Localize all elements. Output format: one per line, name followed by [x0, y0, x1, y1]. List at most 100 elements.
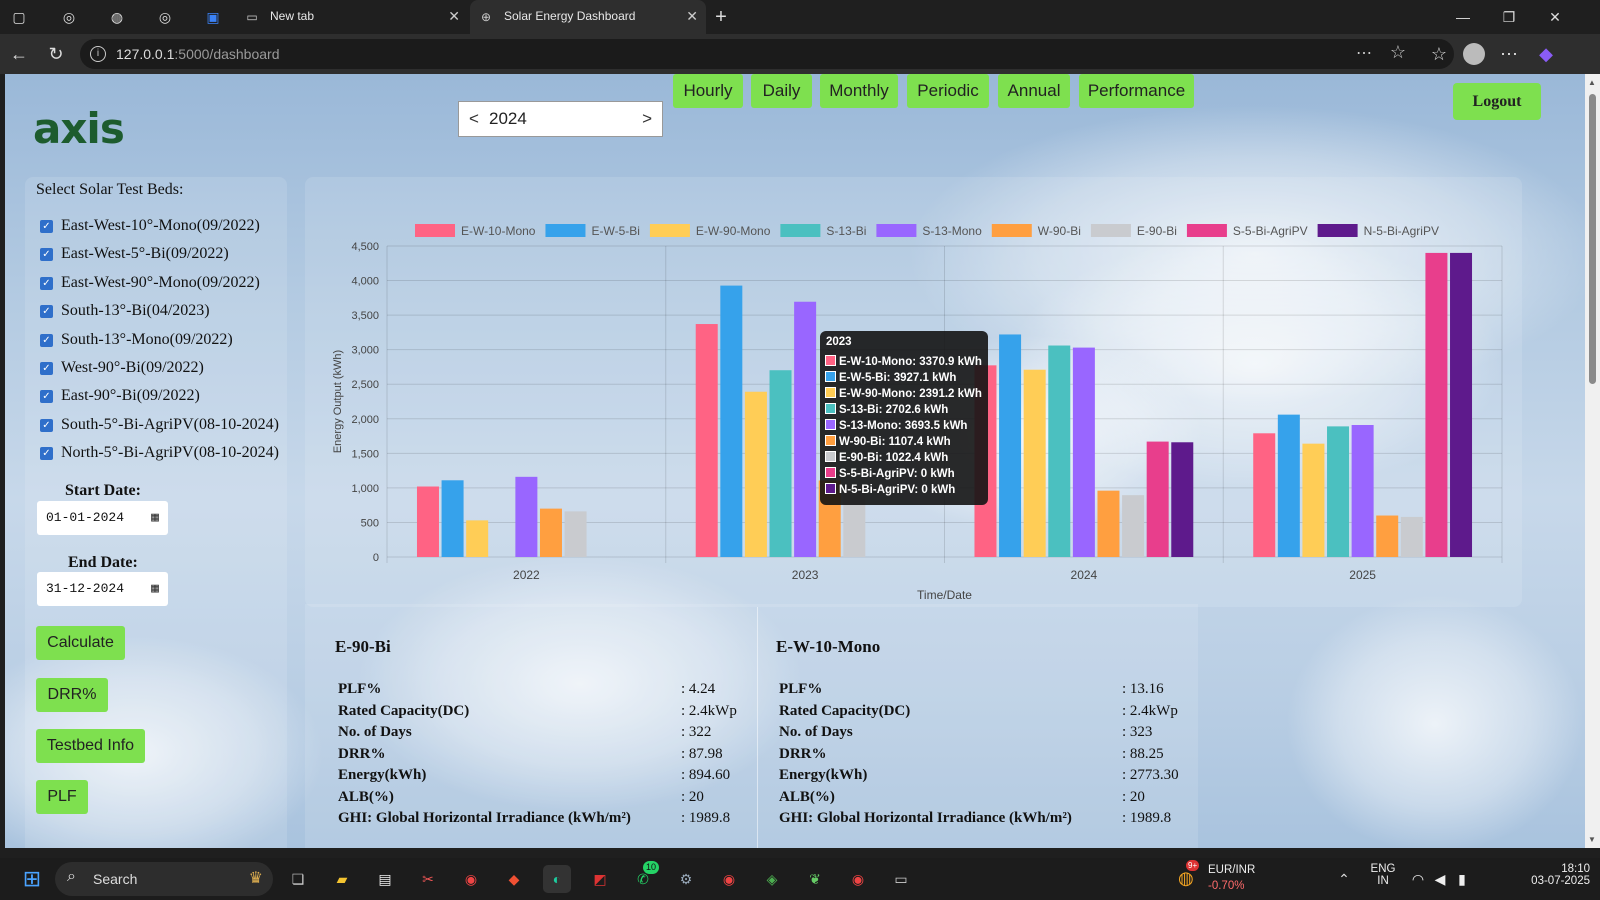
read-aloud-icon[interactable]: ⋯	[1356, 43, 1372, 63]
search-label: Search	[93, 871, 138, 887]
favorites-icon[interactable]: ☆	[1425, 40, 1453, 68]
previous-year-button[interactable]: <	[469, 102, 479, 136]
app-icon[interactable]: ◩	[586, 865, 614, 893]
new-tab-icon[interactable]: +	[712, 7, 730, 27]
volume-icon[interactable]: ◀	[1430, 865, 1450, 893]
calendar-icon[interactable]: ▦	[151, 501, 159, 535]
settings-gear-icon[interactable]: ⚙	[672, 865, 700, 893]
testbed-label[interactable]: South-13°-Mono(09/2022)	[61, 331, 233, 349]
checkbox-checked-icon[interactable]: ✓	[40, 334, 53, 347]
file-explorer-icon[interactable]: ▰	[328, 865, 356, 893]
task-view-icon[interactable]: ❏	[284, 865, 312, 893]
close-tab-icon[interactable]: ✕	[448, 0, 460, 32]
monthly-button[interactable]: Monthly	[820, 74, 898, 108]
minimize-icon[interactable]: —	[1440, 0, 1486, 34]
plf-button[interactable]: PLF	[36, 780, 88, 814]
wifi-icon[interactable]: ◠	[1408, 865, 1428, 893]
next-year-button[interactable]: >	[642, 102, 652, 136]
checkbox-checked-icon[interactable]: ✓	[40, 277, 53, 290]
stat-value: : 2773.30	[1122, 767, 1179, 783]
testbed-label[interactable]: East-West-10°-Mono(09/2022)	[61, 217, 260, 235]
end-date-label: End Date:	[68, 554, 138, 571]
clock[interactable]: 18:10 03-07-2025	[1480, 863, 1590, 887]
taskbar-search-box[interactable]: ⌕ Search ♛	[55, 862, 273, 896]
checkbox-checked-icon[interactable]: ✓	[40, 220, 53, 233]
periodic-button[interactable]: Periodic	[907, 74, 989, 108]
chrome-profile-icon[interactable]: ◉	[715, 865, 743, 893]
legend-swatch	[780, 224, 821, 237]
git-icon[interactable]: ◆	[500, 865, 528, 893]
annual-button[interactable]: Annual	[998, 74, 1070, 108]
whatsapp-icon[interactable]: ✆ 10	[629, 861, 660, 893]
checkbox-checked-icon[interactable]: ✓	[40, 447, 53, 460]
pinned-tab-icon[interactable]: ◎	[60, 8, 78, 26]
testbed-label[interactable]: North-5°-Bi-AgriPV(08-10-2024)	[61, 444, 279, 462]
profile-avatar[interactable]	[1460, 40, 1488, 68]
terminal-icon[interactable]: ▭	[887, 865, 915, 893]
close-tab-icon[interactable]: ✕	[686, 0, 698, 32]
more-menu-icon[interactable]: ⋯	[1495, 40, 1523, 68]
stat-key: ALB(%)	[779, 789, 835, 805]
app-leaf-icon[interactable]: ❦	[801, 865, 829, 893]
daily-button[interactable]: Daily	[751, 74, 812, 108]
tab-actions-icon[interactable]: ▢	[10, 8, 28, 26]
tab-new-tab[interactable]: ▭ New tab ✕	[236, 0, 468, 34]
scroll-up-icon[interactable]: ▲	[1588, 78, 1596, 87]
refresh-icon[interactable]: ↻	[42, 40, 70, 68]
hourly-button[interactable]: Hourly	[673, 74, 743, 108]
close-window-icon[interactable]: ✕	[1532, 0, 1578, 34]
back-icon[interactable]: ←	[5, 40, 33, 68]
tab-solar-dashboard[interactable]: ⊕ Solar Energy Dashboard ✕	[470, 0, 706, 34]
testbed-label[interactable]: West-90°-Bi(09/2022)	[61, 359, 204, 377]
chrome-icon[interactable]: ◉	[457, 865, 485, 893]
globe-tab-icon[interactable]: ◍	[108, 8, 126, 26]
checkbox-checked-icon[interactable]: ✓	[40, 305, 53, 318]
testbed-label[interactable]: South-5°-Bi-AgriPV(08-10-2024)	[61, 416, 279, 434]
checkbox-checked-icon[interactable]: ✓	[40, 362, 53, 375]
checkbox-checked-icon[interactable]: ✓	[40, 419, 53, 432]
performance-button[interactable]: Performance	[1079, 74, 1194, 108]
site-info-icon[interactable]: i	[90, 46, 106, 62]
scroll-down-icon[interactable]: ▼	[1588, 835, 1596, 844]
drr-button[interactable]: DRR%	[36, 678, 108, 712]
checkbox-checked-icon[interactable]: ✓	[40, 390, 53, 403]
testbed-label[interactable]: East-West-90°-Mono(09/2022)	[61, 274, 260, 292]
testbed-info-button[interactable]: Testbed Info	[36, 729, 145, 763]
app-diamond-icon[interactable]: ◈	[758, 865, 786, 893]
outlook-tab-icon[interactable]: ▣	[204, 8, 222, 26]
edge-icon[interactable]: ◐	[543, 865, 571, 893]
testbed-label[interactable]: South-13°-Bi(04/2023)	[61, 302, 210, 320]
scrollbar-thumb[interactable]	[1589, 94, 1596, 384]
copilot-icon[interactable]: ◆	[1532, 40, 1560, 68]
currency-widget[interactable]: ◍ 9+ EUR/INR -0.70%	[1178, 860, 1278, 896]
logout-button[interactable]: Logout	[1453, 83, 1541, 120]
tab-label: Solar Energy Dashboard	[504, 9, 636, 23]
language-indicator[interactable]: ENG IN	[1368, 863, 1398, 887]
calendar-icon[interactable]: ▦	[151, 572, 159, 606]
tray-chevron-icon[interactable]: ⌃	[1330, 865, 1358, 893]
globe-icon: ⊕	[480, 10, 492, 24]
stat-row: Rated Capacity(DC): 2.4kWp	[338, 703, 748, 723]
page-scrollbar[interactable]: ▲ ▼	[1585, 74, 1600, 848]
x-axis-title: Time/Date	[917, 588, 972, 602]
favorite-star-icon[interactable]: ☆	[1390, 42, 1406, 63]
battery-icon[interactable]: ▮	[1452, 865, 1472, 893]
calculate-button[interactable]: Calculate	[36, 626, 125, 660]
browser-window: ▢ ◎ ◍ ◎ ▣ ▭ New tab ✕ ⊕ Solar Energy Das…	[0, 0, 1600, 858]
maximize-icon[interactable]: ❐	[1486, 0, 1532, 34]
notepad-icon[interactable]: ▤	[371, 865, 399, 893]
tooltip-swatch	[825, 403, 836, 414]
start-date-input[interactable]: 01-01-2024 ▦	[37, 501, 168, 535]
url-field[interactable]: i 127.0.0.1:5000/dashboard ⋯ ☆	[80, 39, 1454, 69]
tooltip-row-text: E-W-5-Bi: 3927.1 kWh	[839, 372, 957, 384]
windows-start-icon[interactable]: ⊞	[18, 865, 46, 893]
snipping-tool-icon[interactable]: ✂	[414, 865, 442, 893]
pinned-tab-icon[interactable]: ◎	[156, 8, 174, 26]
stat-row: GHI: Global Horizontal Irradiance (kWh/m…	[779, 810, 1189, 830]
chrome-alt-icon[interactable]: ◉	[844, 865, 872, 893]
year-value: 2024	[489, 109, 527, 128]
testbed-label[interactable]: East-90°-Bi(09/2022)	[61, 387, 200, 405]
end-date-input[interactable]: 31-12-2024 ▦	[37, 572, 168, 606]
checkbox-checked-icon[interactable]: ✓	[40, 248, 53, 261]
testbed-label[interactable]: East-West-5°-Bi(09/2022)	[61, 245, 229, 263]
